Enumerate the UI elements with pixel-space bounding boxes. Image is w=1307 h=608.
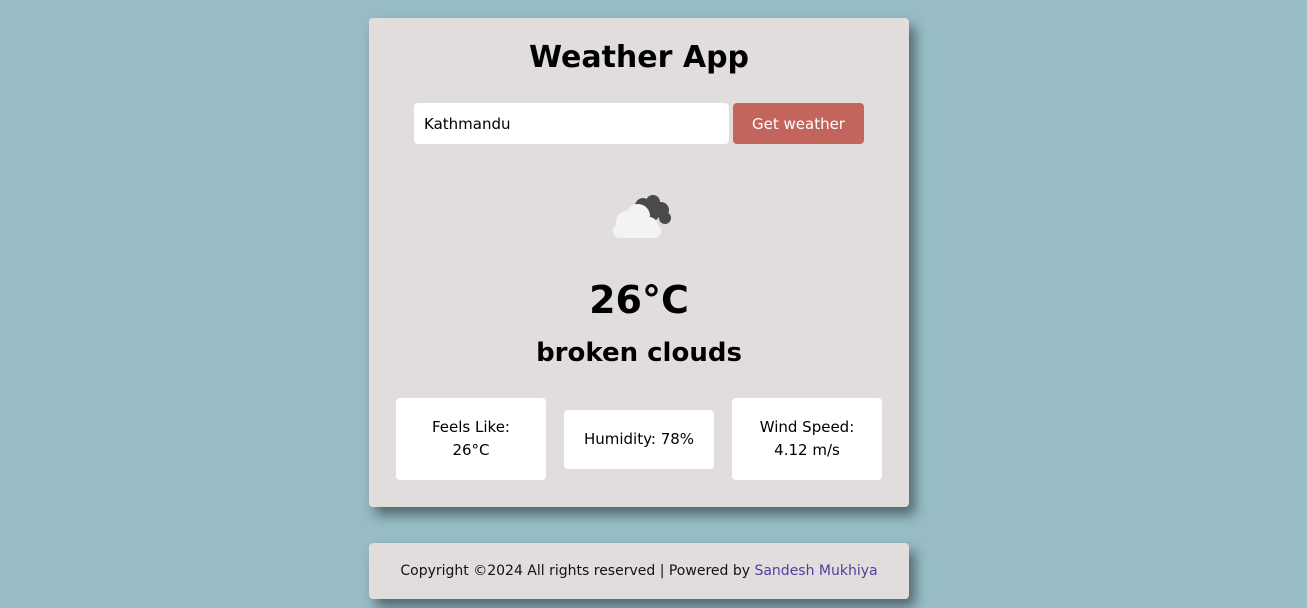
wind-speed-card: Wind Speed: 4.12 m/s [732, 398, 882, 480]
feels-like-card: Feels Like: 26°C [396, 398, 546, 480]
city-search-input[interactable] [414, 103, 729, 144]
humidity-card: Humidity: 78% [564, 410, 714, 469]
wind-speed-value: 4.12 m/s [774, 441, 840, 459]
author-link[interactable]: Sandesh Mukhiya [754, 563, 877, 579]
footer: Copyright ©2024 All rights reserved | Po… [369, 543, 909, 599]
page-title: Weather App [528, 40, 750, 75]
broken-clouds-icon [605, 192, 673, 240]
get-weather-button[interactable]: Get weather [733, 103, 864, 144]
feels-like-label: Feels Like: [432, 418, 510, 436]
wind-speed-label: Wind Speed: [759, 418, 855, 436]
feels-like-value: 26°C [452, 441, 490, 459]
weather-card: Weather App Get weather 26°C broken clou… [369, 18, 909, 507]
temperature-value: 26°C [589, 278, 689, 322]
weather-description: broken clouds [536, 338, 742, 368]
humidity-text: Humidity: 78% [583, 430, 695, 448]
copyright-text: Copyright ©2024 All rights reserved | Po… [400, 563, 751, 579]
